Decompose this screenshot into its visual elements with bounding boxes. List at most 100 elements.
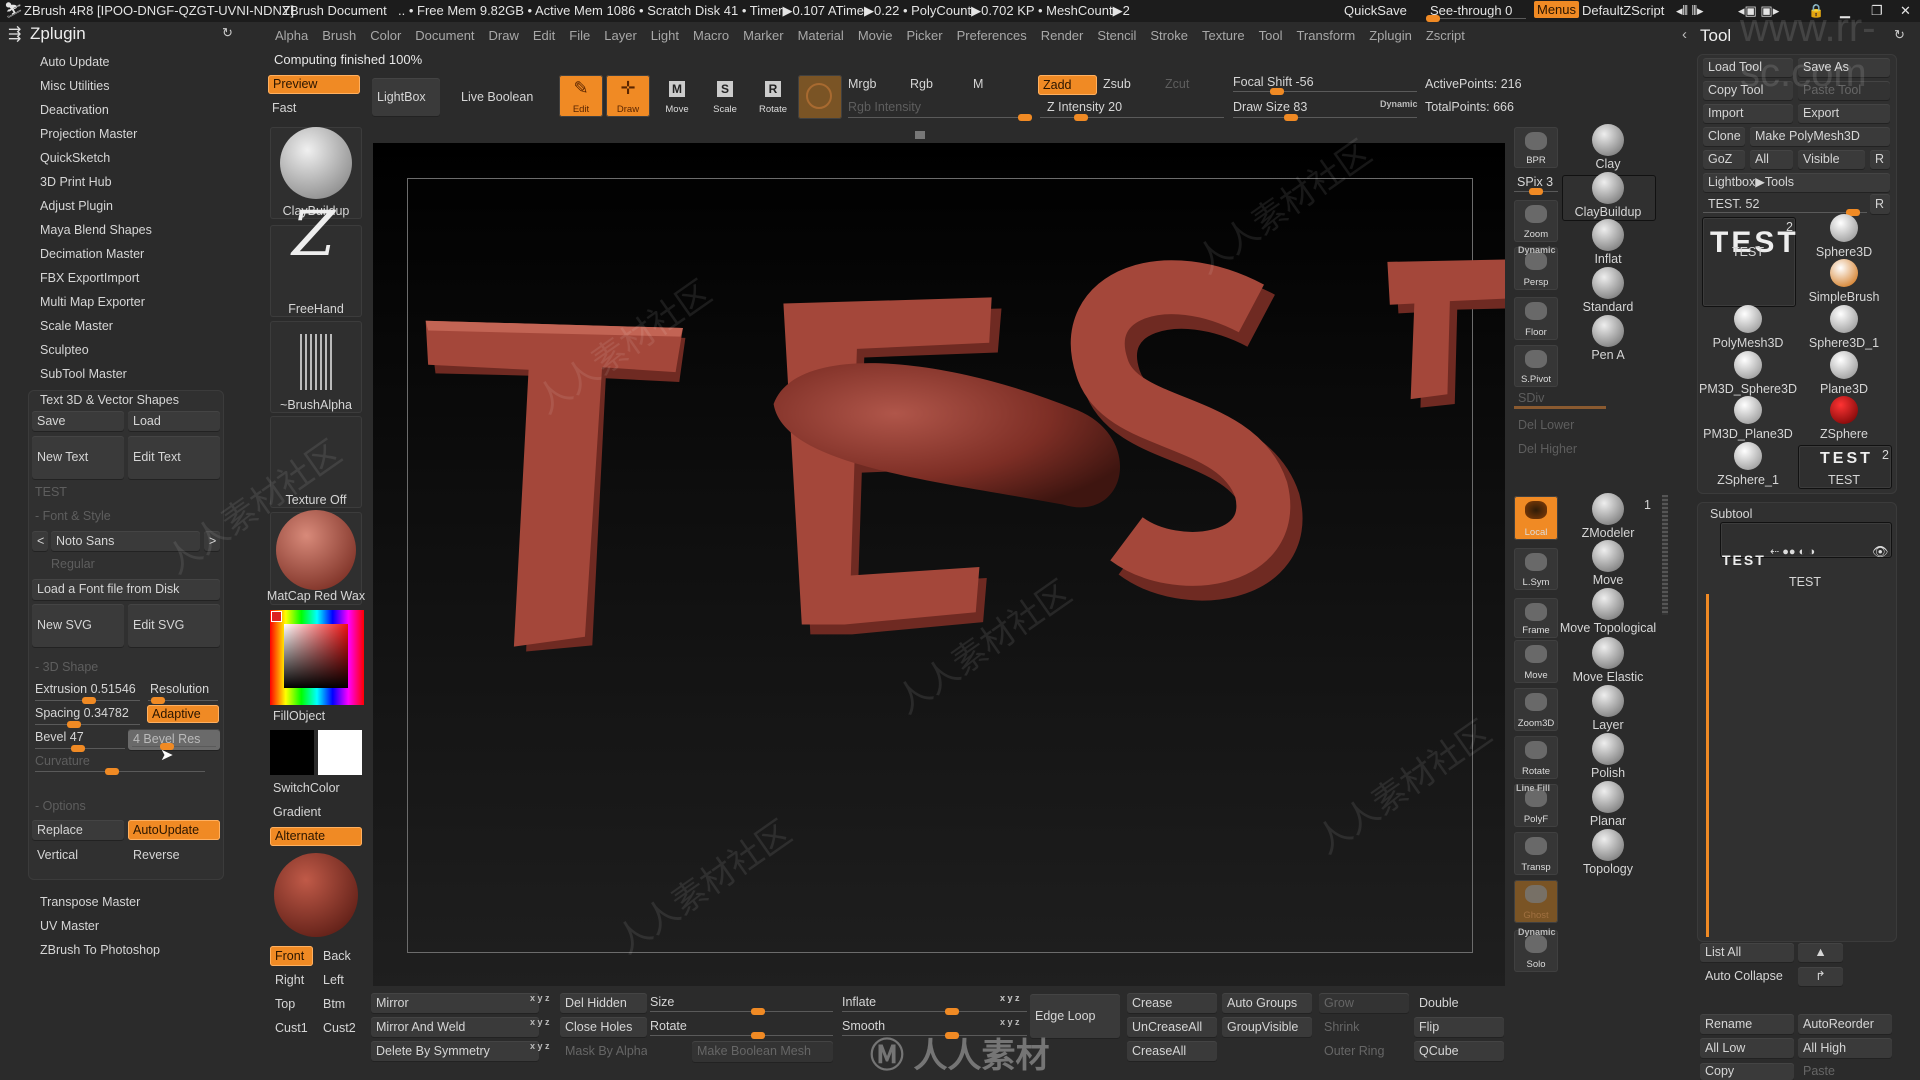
plugin-item[interactable]: UV Master — [40, 918, 99, 934]
subtool-visibility-icon[interactable]: 👁 — [1872, 544, 1889, 560]
floor-button[interactable]: Floor — [1514, 297, 1558, 340]
mirror-button[interactable]: Mirror — [371, 993, 539, 1013]
plugin-item[interactable]: Transpose Master — [40, 894, 140, 910]
text3d-title[interactable]: Text 3D & Vector Shapes — [40, 392, 179, 408]
spacing-knob[interactable] — [66, 721, 81, 728]
edit-svg-button[interactable]: Edit SVG — [128, 604, 220, 647]
tool-item[interactable]: ZSphere — [1820, 426, 1868, 442]
close-holes-button[interactable]: Close Holes — [560, 1017, 647, 1037]
spix-knob[interactable] — [1529, 188, 1543, 195]
lightbox-button[interactable]: LightBox — [372, 78, 440, 116]
all-button[interactable]: All — [1750, 150, 1793, 169]
brush-item[interactable]: Polish — [1591, 765, 1625, 781]
draw-mode-button[interactable]: ✛ Draw — [606, 75, 650, 117]
auto-groups-button[interactable]: Auto Groups — [1222, 993, 1312, 1013]
subtool-toggle-icons[interactable]: ⇠ ●● ◐ ◑ — [1770, 544, 1815, 560]
brush-item[interactable]: Move Topological — [1560, 620, 1656, 636]
brush-item[interactable]: Planar — [1590, 813, 1626, 829]
plugin-item[interactable]: FBX ExportImport — [40, 270, 139, 286]
plugin-item[interactable]: ZBrush To Photoshop — [40, 942, 160, 958]
cust1-view-button[interactable]: Cust1 — [270, 1018, 313, 1038]
paste-button[interactable]: Paste — [1798, 1063, 1892, 1080]
menu-marker[interactable]: Marker — [736, 26, 790, 46]
brush-item[interactable]: Topology — [1583, 861, 1633, 877]
tool-slider[interactable]: TEST. 52 — [1703, 194, 1867, 214]
menu-tool[interactable]: Tool — [1252, 26, 1290, 46]
gradient-button[interactable]: Gradient — [273, 804, 321, 820]
all-high-button[interactable]: All High — [1798, 1038, 1892, 1058]
del-hidden-button[interactable]: Del Hidden — [560, 993, 647, 1013]
menu-movie[interactable]: Movie — [851, 26, 900, 46]
menu-texture[interactable]: Texture — [1195, 26, 1252, 46]
brush-item[interactable]: ClayBuildup — [1575, 204, 1642, 220]
fill-object-button[interactable]: FillObject — [273, 708, 325, 724]
zcut-toggle[interactable]: Zcut — [1165, 76, 1189, 92]
menu-light[interactable]: Light — [644, 26, 686, 46]
cust2-view-button[interactable]: Cust2 — [318, 1018, 361, 1038]
flip-button[interactable]: Flip — [1414, 1017, 1504, 1037]
frame-button[interactable]: Frame — [1514, 598, 1558, 638]
tool-item[interactable]: Sphere3D_1 — [1809, 335, 1879, 351]
brush-item[interactable]: Inflat — [1594, 251, 1621, 267]
btm-view-button[interactable]: Btm — [318, 994, 361, 1014]
bevel-slider[interactable]: Bevel 47 — [35, 729, 84, 745]
plugin-item[interactable]: Projection Master — [40, 126, 137, 142]
replace-button[interactable]: Replace — [32, 820, 124, 840]
grow-button[interactable]: Grow — [1319, 993, 1409, 1013]
menu-zscript[interactable]: Zscript — [1419, 26, 1472, 46]
brush-item[interactable]: ZModeler — [1582, 525, 1635, 541]
rgb-toggle[interactable]: Rgb — [910, 76, 933, 92]
double-button[interactable]: Double — [1414, 993, 1504, 1013]
menu-macro[interactable]: Macro — [686, 26, 736, 46]
edit-text-button[interactable]: Edit Text — [128, 436, 220, 479]
rename-button[interactable]: Rename — [1700, 1014, 1794, 1034]
load-button[interactable]: Load — [128, 411, 220, 431]
menu-brush[interactable]: Brush — [315, 26, 363, 46]
plugin-item[interactable]: Decimation Master — [40, 246, 144, 262]
crease-button[interactable]: Crease — [1127, 993, 1217, 1013]
lsym-button[interactable]: L.Sym — [1514, 548, 1558, 590]
mirror-weld-button[interactable]: Mirror And Weld — [371, 1017, 539, 1037]
quicksave-button[interactable]: QuickSave — [1344, 3, 1407, 18]
draw-size-knob[interactable] — [1284, 114, 1298, 121]
right-view-button[interactable]: Right — [270, 970, 313, 990]
primary-color-swatch[interactable] — [271, 611, 282, 622]
plugin-item[interactable]: 3D Print Hub — [40, 174, 112, 190]
copy-button[interactable]: Copy — [1700, 1063, 1794, 1080]
bpr-button[interactable]: BPR — [1514, 127, 1558, 168]
brush-palette-scrollbar[interactable] — [1662, 495, 1668, 615]
zoom-button[interactable]: Zoom — [1514, 200, 1558, 242]
focal-shift-knob[interactable] — [1270, 88, 1285, 95]
extrusion-knob[interactable] — [82, 697, 97, 704]
menu-material[interactable]: Material — [791, 26, 851, 46]
tool-item[interactable]: Plane3D — [1820, 381, 1868, 397]
front-view-button[interactable]: Front — [270, 946, 313, 966]
all-low-button[interactable]: All Low — [1700, 1038, 1794, 1058]
qcube-button[interactable]: QCube — [1414, 1041, 1504, 1061]
ghost-button[interactable]: Ghost — [1514, 880, 1558, 923]
shrink-button[interactable]: Shrink — [1319, 1017, 1409, 1037]
brush-item[interactable]: Pen A — [1591, 347, 1624, 363]
zsub-toggle[interactable]: Zsub — [1103, 76, 1131, 92]
curvature-knob[interactable] — [105, 768, 120, 775]
export-button[interactable]: Export — [1798, 104, 1890, 123]
menus-toggle[interactable]: Menus — [1534, 1, 1580, 18]
make-boolean-mesh-button[interactable]: Make Boolean Mesh — [692, 1041, 833, 1062]
menu-draw[interactable]: Draw — [482, 26, 526, 46]
plugin-item[interactable]: Auto Update — [40, 54, 110, 70]
menu-file[interactable]: File — [562, 26, 597, 46]
move-down-button[interactable]: ↱ — [1798, 967, 1843, 986]
menu-transform[interactable]: Transform — [1289, 26, 1362, 46]
alternate-toggle[interactable]: Alternate — [270, 827, 362, 846]
lightbox-tools-button[interactable]: Lightbox▶Tools — [1703, 173, 1890, 192]
mrgb-toggle[interactable]: Mrgb — [848, 76, 876, 92]
subtool-title[interactable]: Subtool — [1710, 506, 1752, 522]
plugin-item[interactable]: QuickSketch — [40, 150, 110, 166]
transp-button[interactable]: Transp — [1514, 832, 1558, 875]
collapse-arrow-icon[interactable]: ‹ — [1682, 26, 1687, 43]
prev-font-button[interactable]: < | — [32, 531, 48, 551]
font-selector[interactable]: Noto Sans — [51, 531, 200, 551]
model-test-text[interactable] — [373, 143, 1505, 986]
resolution-slider[interactable]: Resolution — [150, 681, 209, 697]
z-intensity-slider[interactable]: Z Intensity 20 — [1047, 99, 1122, 115]
